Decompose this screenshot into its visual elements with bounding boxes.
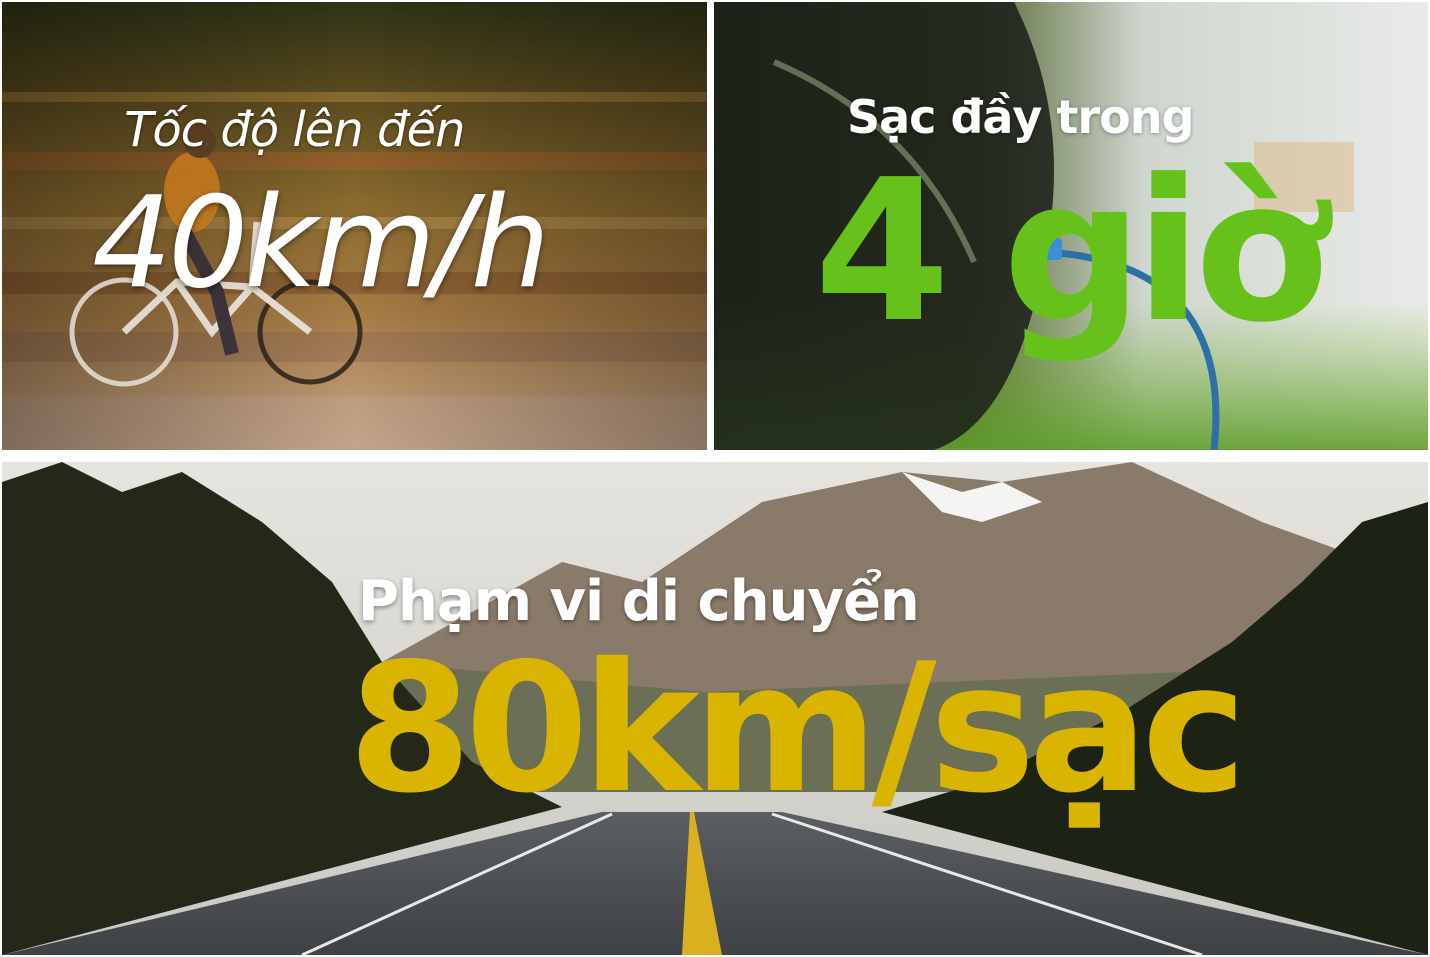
- charge-panel: Sạc đầy trong 4 giờ: [714, 2, 1428, 450]
- range-label: Phạm vi di chuyển: [358, 569, 920, 634]
- feature-collage: Tốc độ lên đến 40km/h Sạc đầy trong 4 gi…: [0, 0, 1430, 957]
- charge-value: 4 giờ: [814, 138, 1329, 366]
- range-value: 80km/sạc: [348, 625, 1247, 832]
- range-panel: Phạm vi di chuyển 80km/sạc: [2, 462, 1428, 955]
- speed-label: Tốc độ lên đến: [124, 102, 465, 158]
- charge-label: Sạc đầy trong: [847, 90, 1194, 144]
- speed-value: 40km/h: [92, 169, 550, 316]
- speed-panel: Tốc độ lên đến 40km/h: [2, 2, 707, 450]
